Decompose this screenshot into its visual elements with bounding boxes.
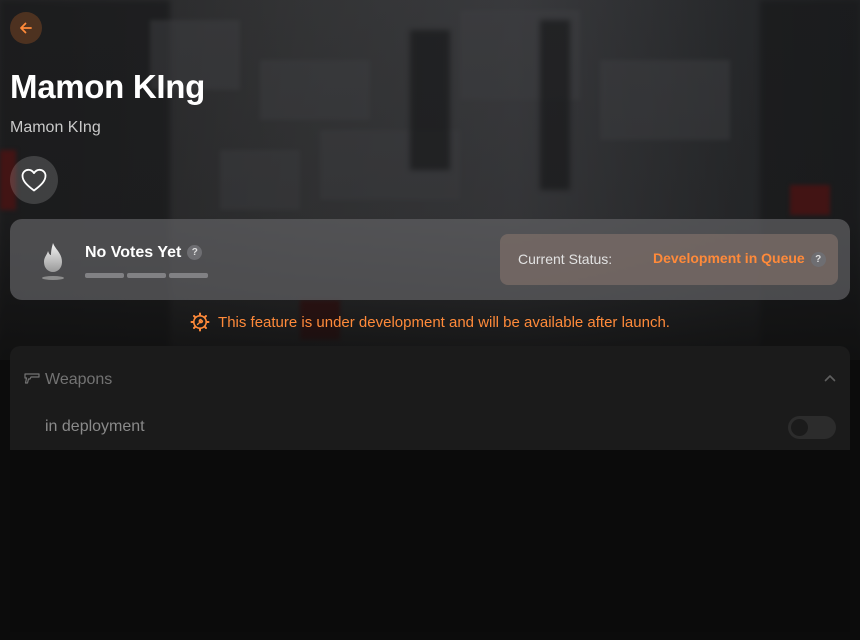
gun-icon — [24, 373, 40, 384]
weapons-section: Weapons in deployment — [10, 346, 850, 450]
gear-wrench-icon — [190, 312, 210, 332]
development-notice-text: This feature is under development and wi… — [218, 313, 670, 331]
vote-progress-segment — [169, 273, 208, 278]
favorite-button[interactable] — [10, 156, 58, 204]
votes-help-icon[interactable]: ? — [187, 245, 203, 261]
status-value-text: Development in Queue — [653, 250, 805, 266]
status-help-icon[interactable]: ? — [810, 251, 826, 267]
page-subtitle: Mamon KIng — [10, 119, 101, 136]
arrow-left-icon — [20, 22, 32, 34]
weapon-item-label: in deployment — [45, 418, 145, 435]
heart-outline-icon — [21, 168, 47, 192]
votes-status: No Votes Yet? — [85, 244, 203, 262]
weapon-item-toggle[interactable] — [788, 416, 836, 439]
weapons-panel: Weapons in deployment — [10, 346, 850, 632]
background-overlay — [0, 0, 860, 360]
back-button[interactable] — [10, 12, 42, 44]
votes-label: No Votes Yet — [85, 244, 182, 261]
weapons-section-title[interactable]: Weapons — [45, 371, 112, 389]
chevron-up-icon[interactable] — [824, 374, 836, 382]
flame-icon — [42, 243, 64, 280]
page-title: Mamon KIng — [10, 68, 205, 105]
vote-progress-segment — [85, 273, 124, 278]
status-label: Current Status: — [518, 251, 613, 267]
status-value: Development in Queue? — [653, 250, 826, 267]
vote-card: No Votes Yet? Current Status: Developmen… — [10, 219, 850, 300]
vote-progress-segment — [127, 273, 166, 278]
vote-progress-bar — [85, 273, 208, 278]
toggle-knob — [791, 419, 808, 436]
status-box: Current Status: Development in Queue? — [500, 234, 838, 285]
development-notice: This feature is under development and wi… — [0, 312, 860, 332]
